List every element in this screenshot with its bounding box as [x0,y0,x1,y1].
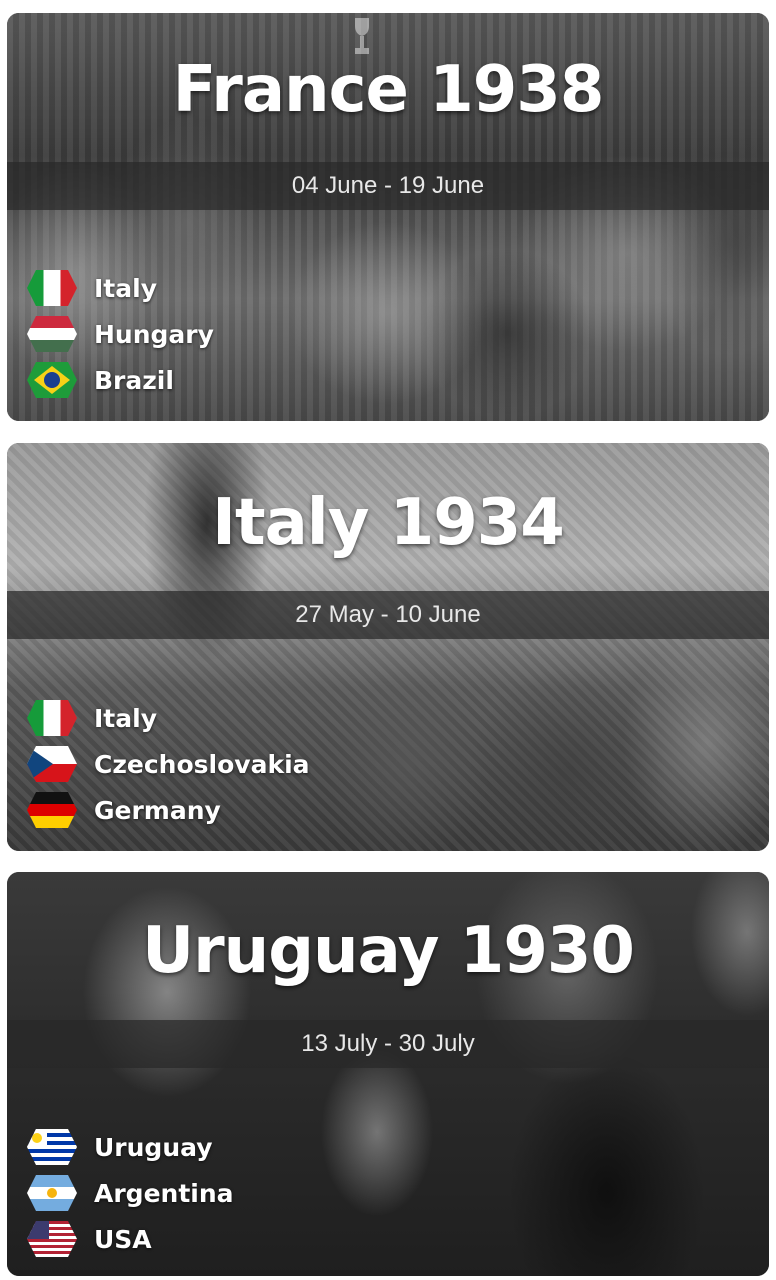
team-row-third: Brazil [27,357,214,403]
cup-title: Uruguay 1930 [142,914,635,988]
cup-title: Italy 1934 [212,486,565,560]
cup-dates: 04 June - 19 June [7,162,769,210]
team-name: Argentina [94,1178,234,1208]
team-name: Hungary [94,319,214,349]
team-row-second: Czechoslovakia [27,741,310,787]
czechoslovakia-flag-icon [27,746,77,782]
team-row-second: Argentina [27,1170,234,1216]
italy-flag-icon [27,700,77,736]
cup-title: France 1938 [172,53,605,127]
team-row-third: USA [27,1216,234,1262]
italy-flag-icon [27,270,77,306]
team-row-third: Germany [27,787,310,833]
uruguay-flag-icon [27,1129,77,1165]
team-name: Germany [94,795,221,825]
germany-flag-icon [27,792,77,828]
top-teams-list: Uruguay Argentina USA [27,1124,234,1262]
team-row-second: Hungary [27,311,214,357]
world-cup-card-uruguay-1930[interactable]: Uruguay 1930 13 July - 30 July Uruguay A… [7,872,769,1276]
argentina-flag-icon [27,1175,77,1211]
cup-dates: 13 July - 30 July [7,1020,769,1068]
top-teams-list: Italy Hungary Brazil [27,265,214,403]
cup-dates: 27 May - 10 June [7,591,769,639]
team-row-first: Italy [27,265,214,311]
usa-flag-icon [27,1221,77,1257]
top-teams-list: Italy Czechoslovakia Germany [27,695,310,833]
team-row-first: Uruguay [27,1124,234,1170]
team-name: Italy [94,703,157,733]
team-name: Czechoslovakia [94,749,310,779]
world-cup-list: France 1938 04 June - 19 June Italy Hung… [0,0,776,1280]
team-name: Uruguay [94,1132,213,1162]
team-name: USA [94,1224,152,1254]
team-name: Brazil [94,365,174,395]
brazil-flag-icon [27,362,77,398]
world-cup-card-france-1938[interactable]: France 1938 04 June - 19 June Italy Hung… [7,13,769,421]
team-row-first: Italy [27,695,310,741]
world-cup-card-italy-1934[interactable]: Italy 1934 27 May - 10 June Italy Czecho… [7,443,769,851]
hungary-flag-icon [27,316,77,352]
team-name: Italy [94,273,157,303]
